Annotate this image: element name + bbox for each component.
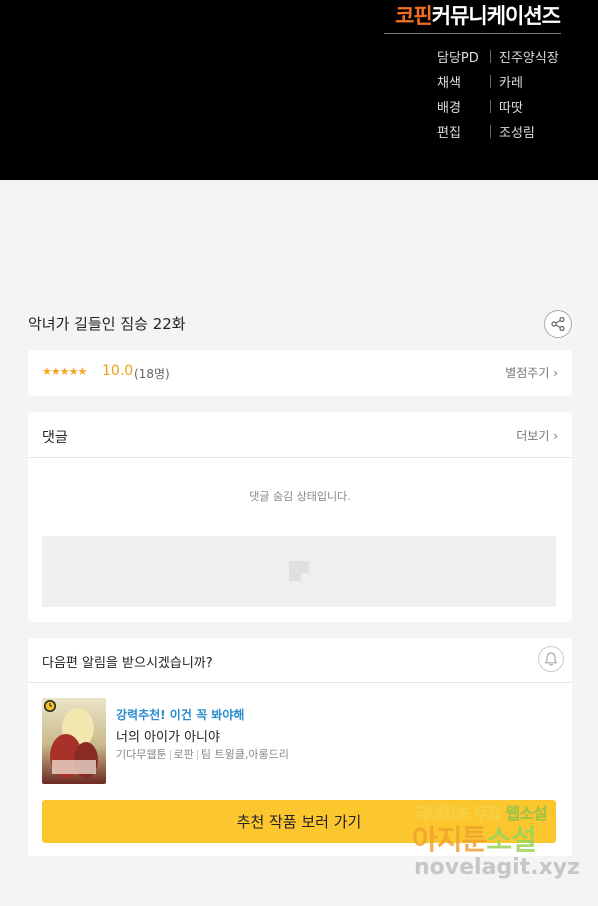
notify-bell-button[interactable] [538,646,564,672]
credit-name: 조성림 [499,126,535,141]
notify-question: 다음편 알림을 받으시겠습니까? [42,656,213,671]
recommendation-title[interactable]: 너의 아이가 아니야 [116,726,220,745]
logo-underline [384,33,561,34]
watermark-url: novelagit.xyz [414,855,580,880]
credit-row: 배경 따땃 [437,94,559,119]
rating-card: ★★★★★ 10.0 (18명) 별점주기 › [28,350,572,396]
recommendation-tag: 강력추천! 이건 꼭 봐야해 [116,708,245,722]
publisher-logo: 코핀커뮤니케이션즈 [395,4,561,28]
credit-row: 채색 카레 [437,69,559,94]
credit-name: 카레 [499,76,523,91]
credit-separator [490,75,491,88]
credit-name: 따땃 [499,101,523,116]
credit-role: 배경 [437,101,461,116]
credit-row: 담당PD 진주양식장 [437,44,559,69]
comments-card: 댓글 더보기 › 댓글 숨김 상태입니다. [28,412,572,622]
credit-name: 진주양식장 [499,51,559,66]
rating-stars: ★★★★★ [42,365,87,378]
credits-list: 담당PD 진주양식장 채색 카레 배경 따땃 편집 조성림 [437,44,559,144]
recommendation-category: 기다무웹툰 [116,748,167,761]
recommendation-meta: 기다무웹툰 로판 팀 트윙클,아롱드리 [116,746,289,762]
credits-banner: 코핀커뮤니케이션즈 담당PD 진주양식장 채색 카레 배경 따땃 편집 조성림 [0,0,598,180]
comments-more-link[interactable]: 더보기 › [516,427,558,444]
credit-separator [490,50,491,63]
divider [28,682,572,683]
rate-button[interactable]: 별점주기 › [505,364,558,381]
image-placeholder-icon [289,561,309,581]
credit-role: 편집 [437,126,461,141]
ad-placeholder [42,536,556,607]
recommendation-author: 팀 트윙클,아롱드리 [200,748,289,761]
watermark-line: 아지툰소설 [412,823,537,856]
share-button[interactable] [544,310,572,338]
credit-separator [490,100,491,113]
episode-title: 악녀가 길들인 짐승 22화 [28,315,186,333]
credit-row: 편집 조성림 [437,119,559,144]
recommendation-genre: 로판 [173,748,194,761]
divider [28,457,572,458]
comments-heading: 댓글 [42,430,68,446]
credit-separator [490,125,491,138]
site-watermark: 국내최초 무료 웹소설 아지툰소설 novelagit.xyz [412,800,592,890]
credit-role: 담당PD [437,51,479,66]
credit-role: 채색 [437,76,461,91]
rating-score: 10.0 [102,363,134,379]
comments-hidden-message: 댓글 숨김 상태입니다. [249,490,351,503]
share-icon [551,316,565,332]
recommendation-thumbnail[interactable] [42,698,106,784]
rating-votes: (18명) [134,367,170,381]
bell-icon [544,652,558,666]
